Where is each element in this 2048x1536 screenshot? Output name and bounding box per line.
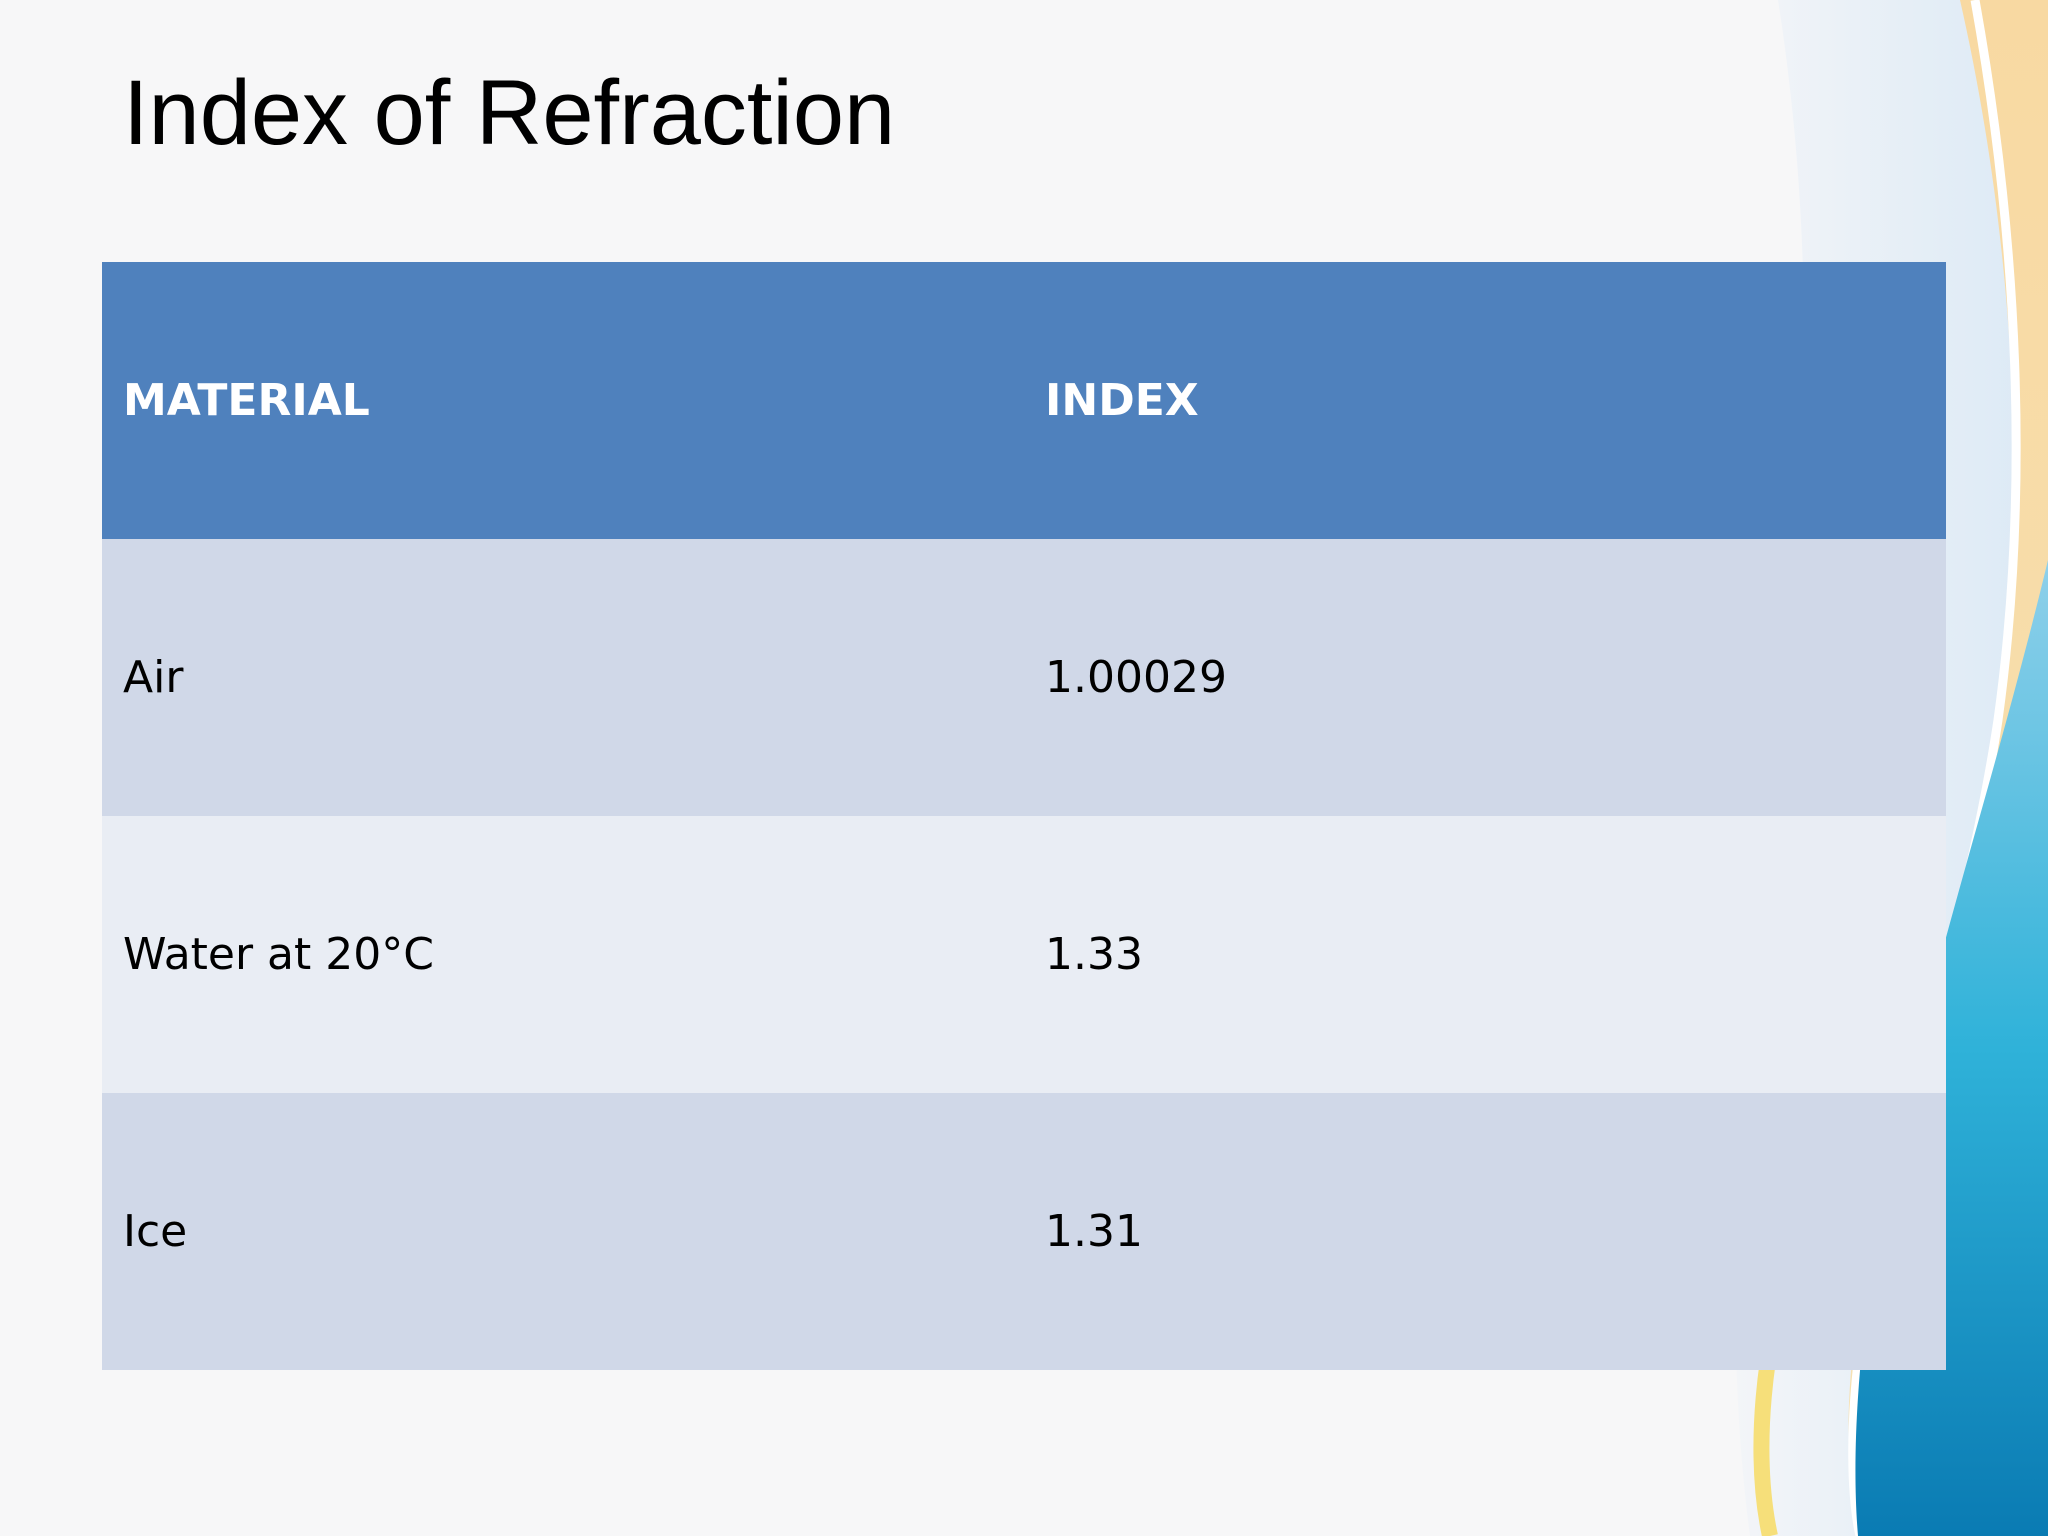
table-header-row: MATERIAL INDEX xyxy=(102,262,1946,539)
yellow-accent-line xyxy=(1753,1358,1778,1536)
table-row: Air 1.00029 xyxy=(102,539,1946,816)
material-cell: Ice xyxy=(102,1093,1024,1370)
material-cell: Air xyxy=(102,539,1024,816)
table-row: Water at 20°C 1.33 xyxy=(102,816,1946,1093)
index-cell: 1.33 xyxy=(1024,816,1946,1093)
refraction-index-table: MATERIAL INDEX Air 1.00029 Water at 20°C… xyxy=(102,262,1946,1370)
material-cell: Water at 20°C xyxy=(102,816,1024,1093)
index-cell: 1.00029 xyxy=(1024,539,1946,816)
index-cell: 1.31 xyxy=(1024,1093,1946,1370)
column-header-index: INDEX xyxy=(1024,262,1946,539)
slide-title: Index of Refraction xyxy=(123,62,896,164)
column-header-material: MATERIAL xyxy=(102,262,1024,539)
table-row: Ice 1.31 xyxy=(102,1093,1946,1370)
